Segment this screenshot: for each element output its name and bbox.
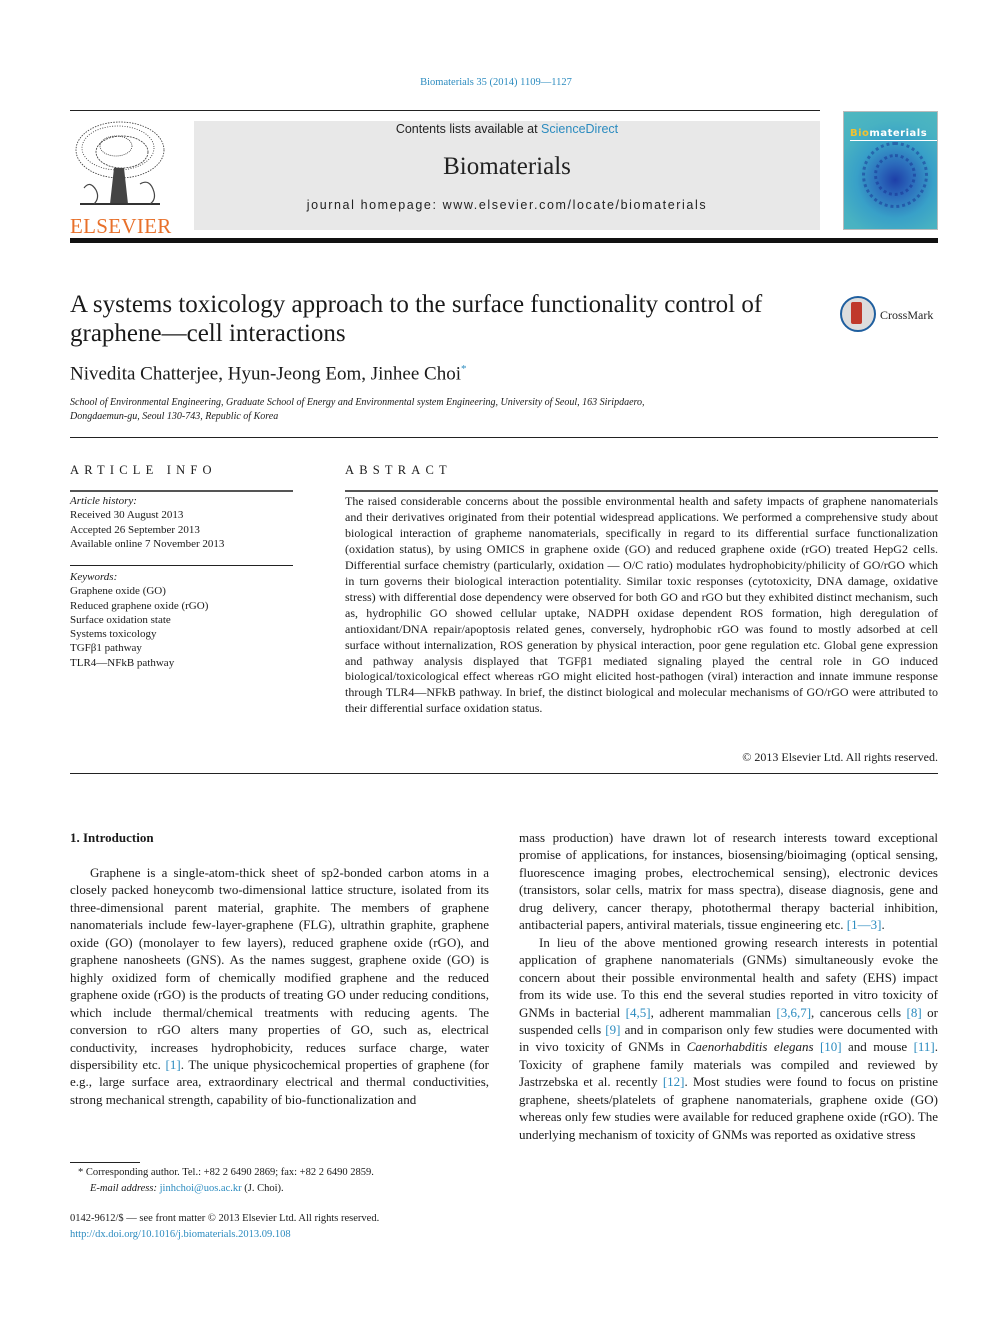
keyword: Systems toxicology bbox=[70, 628, 157, 641]
affiliation: School of Environmental Engineering, Gra… bbox=[70, 397, 645, 422]
keyword: TGFβ1 pathway bbox=[70, 642, 142, 655]
corresponding-author-footnote: * Corresponding author. Tel.: +82 2 6490… bbox=[78, 1167, 374, 1194]
cover-pattern bbox=[874, 154, 916, 196]
abstract-copyright: © 2013 Elsevier Ltd. All rights reserved… bbox=[742, 750, 938, 764]
citation-link[interactable]: [8] bbox=[907, 1005, 922, 1020]
keyword: Reduced graphene oxide (rGO) bbox=[70, 599, 209, 612]
header-thick-rule bbox=[70, 238, 938, 243]
history-received: Received 30 August 2013 bbox=[70, 509, 184, 522]
citation-link[interactable]: [1] bbox=[166, 1057, 181, 1072]
citation-link[interactable]: [11] bbox=[914, 1039, 935, 1054]
footnote-rule bbox=[70, 1162, 140, 1163]
keyword: TLR4—NFkB pathway bbox=[70, 656, 175, 669]
elsevier-logo[interactable]: ELSEVIER bbox=[70, 118, 172, 238]
author-list: Nivedita Chatterjee, Hyun-Jeong Eom, Jin… bbox=[70, 363, 467, 385]
elsevier-wordmark: ELSEVIER bbox=[70, 214, 172, 238]
email-link[interactable]: jinhchoi@uos.ac.kr bbox=[160, 1183, 242, 1194]
paragraph: Graphene is a single-atom-thick sheet of… bbox=[70, 865, 489, 1107]
elsevier-tree-icon bbox=[70, 118, 170, 210]
history-accepted: Accepted 26 September 2013 bbox=[70, 523, 200, 536]
keywords-rule bbox=[70, 565, 293, 566]
citation-link[interactable]: [10] bbox=[820, 1039, 842, 1054]
crossmark-button[interactable]: CrossMark bbox=[840, 296, 940, 336]
paragraph: In lieu of the above mentioned growing r… bbox=[519, 934, 939, 1142]
citation-link[interactable]: [3,6,7] bbox=[776, 1005, 811, 1020]
abstract-heading: ABSTRACT bbox=[345, 463, 452, 477]
corresponding-author-link[interactable]: * bbox=[461, 363, 467, 375]
doi-link[interactable]: http://dx.doi.org/10.1016/j.biomaterials… bbox=[70, 1229, 291, 1240]
crossmark-bookmark-icon bbox=[851, 302, 862, 324]
article-title: A systems toxicology approach to the sur… bbox=[70, 291, 763, 347]
keyword: Graphene oxide (GO) bbox=[70, 585, 166, 598]
journal-masthead: Contents lists available at ScienceDirec… bbox=[194, 121, 820, 230]
article-info-heading: ARTICLE INFO bbox=[70, 463, 217, 477]
cover-title: Biomaterials bbox=[850, 128, 928, 139]
crossmark-label: CrossMark bbox=[880, 308, 934, 322]
citation-link[interactable]: [12] bbox=[663, 1074, 685, 1089]
paragraph: mass production) have drawn lot of resea… bbox=[519, 830, 938, 933]
species-name: Caenorhabditis elegans bbox=[686, 1039, 814, 1055]
history-online: Available online 7 November 2013 bbox=[70, 537, 225, 550]
citation-link[interactable]: [4,5] bbox=[626, 1005, 651, 1020]
abstract-text: The raised considerable concerns about t… bbox=[345, 494, 938, 716]
keyword: Surface oxidation state bbox=[70, 613, 171, 626]
contents-availability: Contents lists available at ScienceDirec… bbox=[395, 122, 619, 136]
article-info-rule bbox=[70, 490, 293, 492]
section-rule bbox=[70, 437, 938, 438]
abstract-rule bbox=[345, 490, 938, 492]
abstract-end-rule bbox=[70, 773, 938, 774]
keywords-list: Keywords: Graphene oxide (GO) Reduced gr… bbox=[70, 570, 300, 670]
issn-line: 0142-9612/$ — see front matter © 2013 El… bbox=[70, 1213, 380, 1224]
cover-rule bbox=[850, 140, 937, 141]
article-history: Article history: Received 30 August 2013… bbox=[70, 494, 300, 551]
sciencedirect-link[interactable]: ScienceDirect bbox=[541, 122, 618, 136]
section-heading-introduction: 1. Introduction bbox=[70, 830, 154, 845]
citation-link[interactable]: [1—3] bbox=[847, 917, 882, 932]
journal-name: Biomaterials bbox=[443, 153, 571, 180]
journal-homepage[interactable]: journal homepage: www.elsevier.com/locat… bbox=[194, 198, 820, 212]
body-column-left: Graphene is a single-atom-thick sheet of… bbox=[70, 864, 489, 1108]
citation-link[interactable]: [9] bbox=[605, 1022, 620, 1037]
front-matter-info: 0142-9612/$ — see front matter © 2013 El… bbox=[70, 1211, 520, 1242]
header-rule bbox=[70, 110, 820, 111]
journal-cover-thumbnail[interactable]: Biomaterials bbox=[843, 111, 938, 230]
body-column-right: mass production) have drawn lot of resea… bbox=[519, 829, 938, 1143]
journal-citation-link[interactable]: Biomaterials 35 (2014) 1109—1127 bbox=[0, 77, 992, 88]
